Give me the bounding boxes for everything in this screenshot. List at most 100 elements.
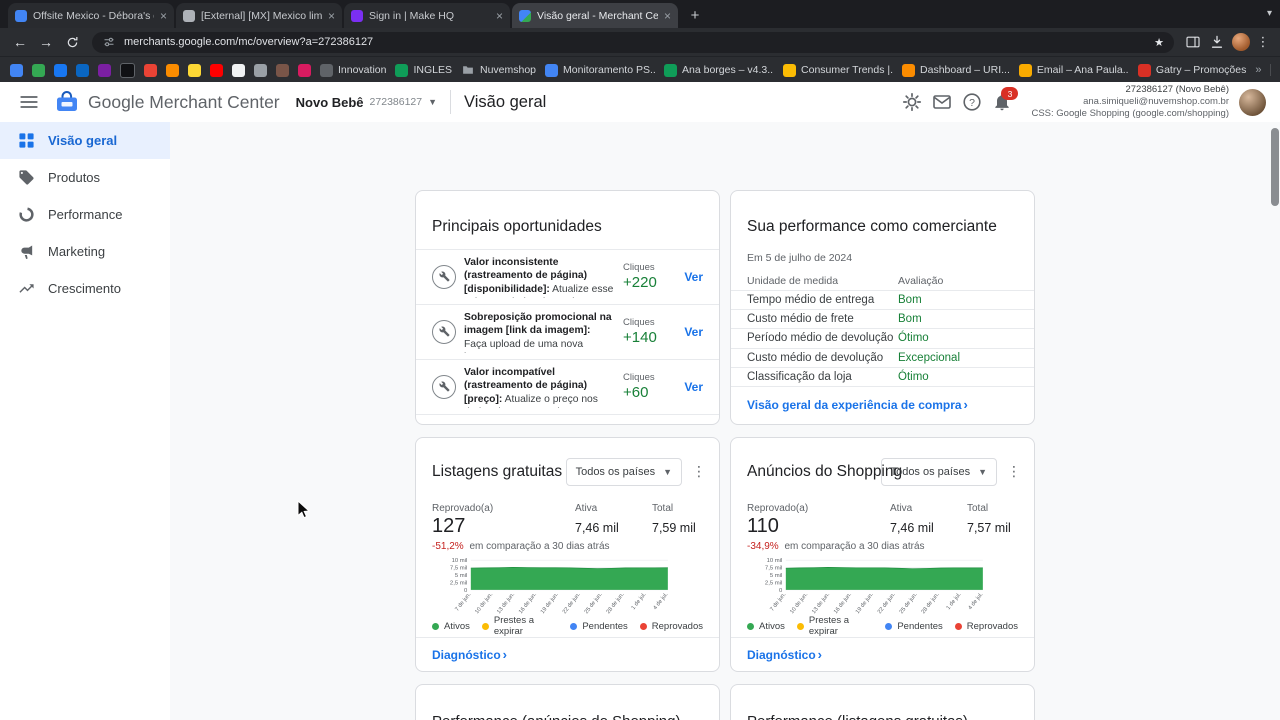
sidebar-item-performance[interactable]: Performance: [0, 196, 170, 233]
card-header: Listagens gratuitas Todos os países ▼ ⋮: [416, 438, 719, 494]
all-bookmarks-button[interactable]: Todos os favoritos: [1270, 64, 1280, 76]
messages-button[interactable]: [927, 87, 957, 117]
metric-name: Custo médio de frete: [747, 313, 854, 326]
sidebar-item-marketing[interactable]: Marketing: [0, 233, 170, 270]
browser-tab-3[interactable]: Sign in | Make HQ ×: [344, 3, 510, 28]
browser-menu-icon[interactable]: ⋮: [1254, 34, 1272, 50]
tab-favicon: [183, 9, 195, 22]
url-bar[interactable]: merchants.google.com/mc/overview?a=27238…: [92, 31, 1174, 53]
sidebar-item-visao-geral[interactable]: Visão geral: [0, 122, 170, 159]
bookmark-item[interactable]: Gatry – Promoções: [1137, 63, 1246, 77]
svg-text:4 de jul.: 4 de jul.: [967, 591, 984, 611]
reload-button[interactable]: [60, 30, 84, 54]
diagnostics-link[interactable]: Diagnóstico ›: [747, 647, 1018, 662]
shopping-experience-link[interactable]: Visão geral da experiência de compra ›: [747, 397, 1018, 412]
hamburger-icon: [20, 96, 38, 108]
bookmark-folder[interactable]: Nuvemshop: [461, 64, 536, 76]
back-button[interactable]: ←: [8, 30, 32, 54]
bookmark-favicon: [664, 63, 678, 77]
bookmark-item[interactable]: Consumer Trends |...: [783, 63, 893, 77]
tab-close-icon[interactable]: ×: [664, 10, 671, 22]
bookmark-favicon[interactable]: [98, 63, 111, 77]
tab-close-icon[interactable]: ×: [160, 10, 167, 22]
help-button[interactable]: ?: [957, 87, 987, 117]
user-avatar[interactable]: [1239, 88, 1266, 116]
bookmark-star-icon[interactable]: ★: [1154, 36, 1164, 49]
browser-tab-active[interactable]: Visão geral - Merchant Cente ×: [512, 3, 678, 28]
bookmark-favicon[interactable]: [254, 63, 267, 77]
bookmark-favicon[interactable]: [276, 63, 289, 77]
bookmark-item[interactable]: INGLES: [395, 63, 452, 77]
bookmark-favicon: [320, 63, 333, 77]
bookmark-favicon[interactable]: [54, 63, 67, 77]
tab-search-chevron-icon[interactable]: ▾: [1267, 8, 1272, 19]
bookmark-favicon[interactable]: [298, 63, 311, 77]
opportunity-desc: Faça upload de uma nova imagem: [464, 338, 584, 353]
scrollbar-thumb[interactable]: [1271, 128, 1279, 206]
hamburger-menu-button[interactable]: [14, 87, 44, 117]
browser-profile-avatar[interactable]: [1232, 33, 1250, 51]
see-all-opportunities-link[interactable]: Ver todas as oportunidades ›: [432, 424, 596, 425]
country-filter-select[interactable]: Todos os países ▼: [880, 457, 997, 486]
account-name: Novo Bebê: [295, 94, 364, 110]
tune-icon[interactable]: [102, 36, 116, 48]
bookmark-item[interactable]: Email – Ana Paula...: [1018, 63, 1129, 77]
sidebar-item-label: Marketing: [48, 244, 106, 259]
bookmark-item[interactable]: Innovation: [320, 63, 386, 77]
tab-close-icon[interactable]: ×: [496, 10, 503, 22]
legend-dot-blue: [570, 622, 578, 630]
legend-label: Prestes a expirar: [493, 615, 535, 637]
bookmark-favicon[interactable]: [166, 63, 179, 77]
stats-row: Reprovado(a) 110 Ativa 7,46 mil Total 7,…: [731, 494, 1034, 538]
bookmark-item[interactable]: Ana borges – v4.3...: [664, 63, 774, 77]
bookmark-favicon[interactable]: [188, 63, 201, 77]
settings-button[interactable]: [897, 87, 927, 117]
bookmark-favicon[interactable]: [120, 62, 135, 78]
legend-label: Prestes a expirar: [808, 615, 850, 637]
bookmark-item[interactable]: Monitoramento PS...: [545, 63, 655, 77]
legend-item: Ativos: [432, 621, 470, 632]
account-switcher[interactable]: Novo Bebê 272386127 ▼: [296, 95, 437, 110]
bookmark-item[interactable]: Dashboard – URI...: [902, 63, 1010, 77]
bookmark-label: Nuvemshop: [479, 64, 537, 76]
metric-name: Tempo médio de entrega: [747, 294, 875, 307]
table-row: Custo médio de frete Bom: [731, 310, 1034, 330]
bookmark-favicon[interactable]: [76, 63, 89, 77]
bookmark-favicon[interactable]: [210, 63, 223, 77]
country-filter-select[interactable]: Todos os países ▼: [565, 457, 682, 486]
diagnostics-link[interactable]: Diagnóstico ›: [432, 647, 703, 662]
browser-tab-2[interactable]: [External] [MX] Mexico limite ×: [176, 3, 342, 28]
svg-text:7 de jun.: 7 de jun.: [769, 591, 787, 612]
side-panel-icon[interactable]: [1182, 31, 1204, 53]
kebab-menu-icon[interactable]: ⋮: [692, 463, 706, 480]
ver-link[interactable]: Ver: [677, 380, 703, 394]
ver-link[interactable]: Ver: [677, 325, 703, 339]
bookmark-favicon[interactable]: [32, 63, 45, 77]
pagination-prev-button[interactable]: ‹: [659, 424, 681, 425]
metric-rating: Ótimo: [898, 332, 929, 345]
forward-button[interactable]: →: [34, 30, 58, 54]
new-tab-button[interactable]: +: [684, 4, 706, 26]
tab-close-icon[interactable]: ×: [328, 10, 335, 22]
downloads-icon[interactable]: [1206, 31, 1228, 53]
kebab-menu-icon[interactable]: ⋮: [1007, 463, 1021, 480]
sidebar-item-produtos[interactable]: Produtos: [0, 159, 170, 196]
pagination-next-button[interactable]: ›: [681, 424, 703, 425]
legend-item: Prestes a expirar: [796, 615, 873, 637]
bookmark-favicon[interactable]: [232, 63, 245, 77]
bookmark-favicon[interactable]: [10, 63, 23, 77]
sidebar-item-crescimento[interactable]: Crescimento: [0, 270, 170, 307]
notifications-button[interactable]: 3: [987, 87, 1019, 117]
shopping-ads-footer: Diagnóstico ›: [731, 637, 1034, 671]
bookmark-favicon[interactable]: [144, 63, 157, 77]
ver-link[interactable]: Ver: [677, 270, 703, 284]
caret-down-icon: ▼: [428, 97, 438, 107]
browser-tab-1[interactable]: Offsite Mexico - Débora's del ×: [8, 3, 174, 28]
svg-text:25 de jun.: 25 de jun.: [899, 591, 919, 614]
card-title: Sua performance como comerciante: [747, 217, 997, 235]
tag-icon: [19, 170, 34, 185]
bookmarks-overflow-chevron-icon[interactable]: »: [1255, 64, 1261, 76]
legend-label: Reprovados: [966, 620, 1018, 632]
mouse-cursor: [297, 500, 311, 519]
svg-text:13 de jun.: 13 de jun.: [811, 591, 831, 614]
